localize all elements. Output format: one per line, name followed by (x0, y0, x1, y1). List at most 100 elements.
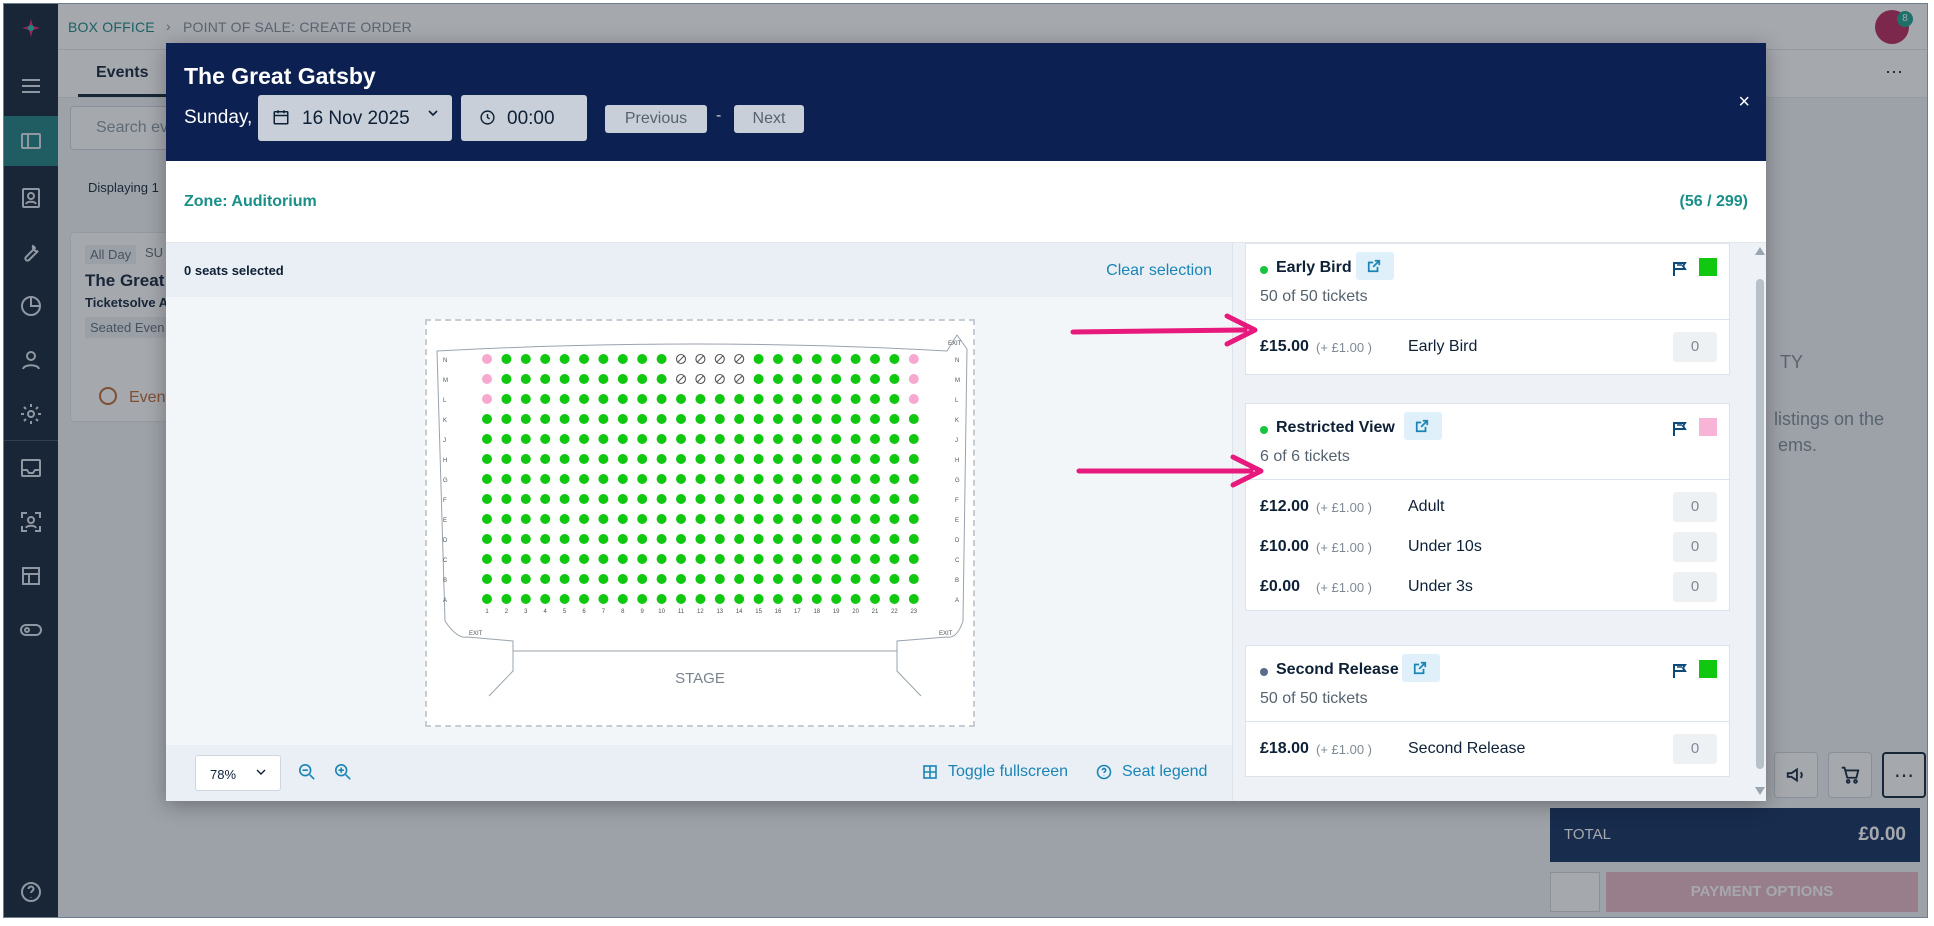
seat-available[interactable] (773, 374, 783, 384)
seat-available[interactable] (501, 574, 512, 584)
seat-available[interactable] (734, 394, 745, 404)
seat-available[interactable] (579, 414, 589, 424)
seat-available[interactable] (792, 514, 803, 524)
seat-available[interactable] (792, 374, 803, 384)
seat-available[interactable] (637, 474, 648, 484)
seat-available[interactable] (540, 454, 551, 464)
seat-available[interactable] (617, 474, 628, 484)
seat-available[interactable] (676, 514, 686, 524)
seat-available[interactable] (889, 574, 900, 584)
seat-available[interactable] (870, 554, 880, 564)
seat-available[interactable] (889, 354, 900, 364)
seat-available[interactable] (501, 454, 512, 464)
seat-available[interactable] (520, 354, 531, 364)
seat-available[interactable] (695, 434, 706, 444)
seat-available[interactable] (637, 454, 648, 464)
seat-number[interactable]: 19 (833, 609, 840, 615)
seat-available[interactable] (617, 414, 628, 424)
seat-available[interactable] (482, 474, 492, 484)
seat-available[interactable] (501, 494, 512, 504)
seat-available[interactable] (811, 594, 822, 604)
seat-available[interactable] (559, 594, 570, 604)
close-icon[interactable]: × (1738, 91, 1750, 114)
seat-available[interactable] (850, 414, 861, 424)
scroll-up-icon[interactable] (1755, 247, 1765, 255)
seat-available[interactable] (540, 514, 551, 524)
scrollbar-thumb[interactable] (1756, 279, 1764, 769)
seat-available[interactable] (753, 574, 764, 584)
seat-available[interactable] (831, 574, 842, 584)
seat-available[interactable] (792, 454, 803, 464)
seat-available[interactable] (676, 414, 686, 424)
seat-available[interactable] (714, 394, 725, 404)
seat-number[interactable]: 9 (641, 609, 645, 615)
seat-restricted[interactable] (908, 374, 919, 384)
zoom-select[interactable]: 78% (195, 755, 281, 791)
seat-available[interactable] (831, 354, 842, 364)
seat-available[interactable] (734, 574, 745, 584)
seat-available[interactable] (811, 474, 822, 484)
seat-available[interactable] (656, 594, 667, 604)
seat-available[interactable] (540, 374, 551, 384)
seat-available[interactable] (676, 554, 686, 564)
seat-available[interactable] (520, 434, 531, 444)
seat-available[interactable] (520, 394, 531, 404)
seat-available[interactable] (656, 414, 667, 424)
seat-map[interactable]: STAGE EXIT EXIT EXIT N N M M L L K K J J H H G G F F E E D D C C B… (425, 319, 975, 727)
seat-available[interactable] (520, 494, 531, 504)
seat-available[interactable] (889, 394, 900, 404)
seat-number[interactable]: 6 (582, 609, 586, 615)
seat-available[interactable] (579, 514, 589, 524)
seat-available[interactable] (501, 514, 512, 524)
seat-number[interactable]: 1 (485, 609, 489, 615)
seat-available[interactable] (501, 354, 512, 364)
seat-available[interactable] (598, 594, 609, 604)
seat-available[interactable] (598, 554, 609, 564)
seat-available[interactable] (501, 594, 512, 604)
seat-available[interactable] (695, 594, 706, 604)
seat-available[interactable] (908, 594, 919, 604)
seat-available[interactable] (714, 474, 725, 484)
seat-number[interactable]: 20 (852, 609, 859, 615)
seat-available[interactable] (559, 434, 570, 444)
seat-available[interactable] (773, 454, 783, 464)
seat-available[interactable] (482, 594, 492, 604)
seat-number[interactable]: 5 (563, 609, 567, 615)
seat-available[interactable] (617, 394, 628, 404)
seat-available[interactable] (831, 394, 842, 404)
seat-available[interactable] (908, 434, 919, 444)
external-link-icon[interactable] (1402, 654, 1440, 682)
seat-available[interactable] (870, 414, 880, 424)
scrollbar[interactable] (1753, 247, 1766, 797)
seat-available[interactable] (773, 494, 783, 504)
seat-available[interactable] (889, 554, 900, 564)
seat-available[interactable] (695, 534, 706, 544)
seat-available[interactable] (579, 394, 589, 404)
seat-number[interactable]: 3 (524, 609, 528, 615)
seat-available[interactable] (617, 514, 628, 524)
seat-available[interactable] (520, 514, 531, 524)
seat-available[interactable] (676, 534, 686, 544)
seat-available[interactable] (889, 454, 900, 464)
seat-available[interactable] (540, 494, 551, 504)
seat-available[interactable] (676, 394, 686, 404)
seat-number[interactable]: 15 (755, 609, 762, 615)
seat-available[interactable] (714, 434, 725, 444)
seat-available[interactable] (501, 554, 512, 564)
seat-available[interactable] (831, 494, 842, 504)
seat-available[interactable] (792, 574, 803, 584)
seat-available[interactable] (792, 494, 803, 504)
seat-available[interactable] (870, 454, 880, 464)
seat-available[interactable] (656, 494, 667, 504)
seat-available[interactable] (734, 554, 745, 564)
seat-available[interactable] (656, 354, 667, 364)
seat-available[interactable] (617, 454, 628, 464)
seat-available[interactable] (714, 554, 725, 564)
seat-available[interactable] (695, 494, 706, 504)
seat-available[interactable] (811, 414, 822, 424)
seat-available[interactable] (656, 554, 667, 564)
seat-available[interactable] (501, 534, 512, 544)
seat-available[interactable] (482, 534, 492, 544)
seat-available[interactable] (870, 594, 880, 604)
seat-available[interactable] (753, 514, 764, 524)
